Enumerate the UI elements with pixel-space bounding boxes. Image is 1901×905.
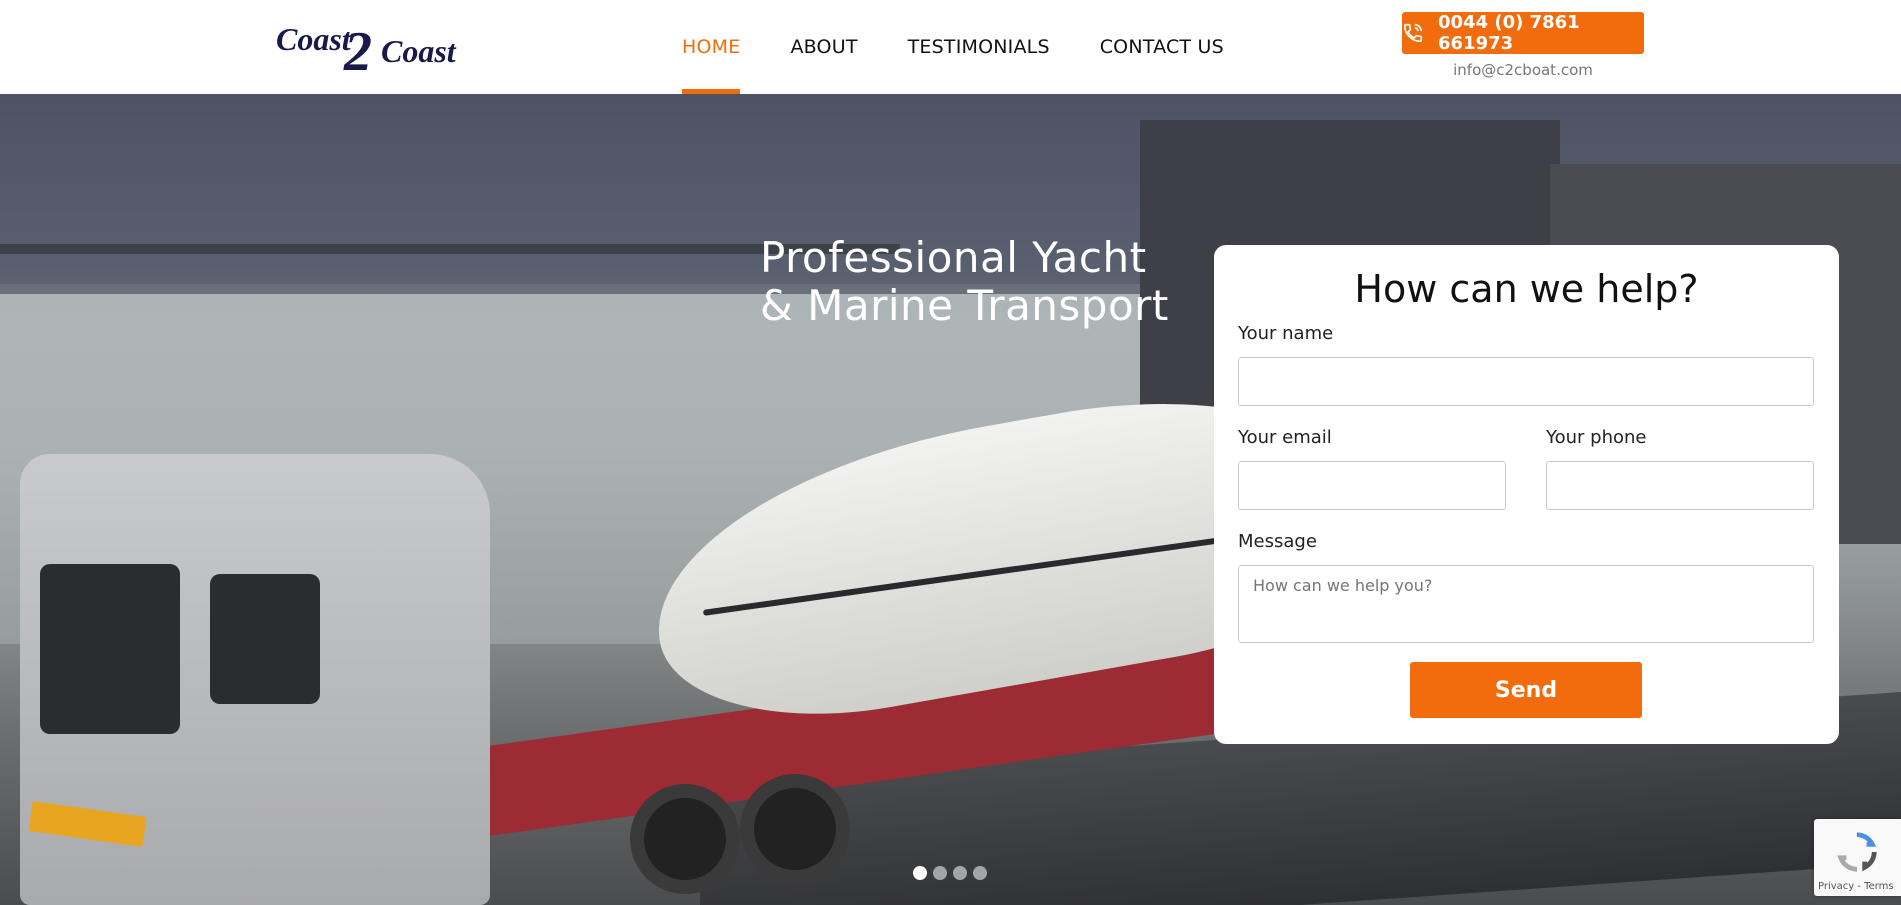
slider-dots — [913, 866, 993, 880]
site-header: Coast 2 Coast HOME ABOUT TESTIMONIALS CO… — [0, 0, 1901, 94]
slider-dot-1[interactable] — [913, 866, 927, 880]
nav-about[interactable]: ABOUT — [790, 0, 857, 94]
nav-home[interactable]: HOME — [682, 0, 741, 94]
message-label: Message — [1238, 531, 1317, 552]
phone-button[interactable]: 0044 (0) 7861 661973 — [1402, 12, 1644, 54]
slider-dot-2[interactable] — [933, 866, 947, 880]
slider-dot-3[interactable] — [953, 866, 967, 880]
contact-form: How can we help? Your name Your email Yo… — [1214, 245, 1839, 744]
hero-wheel — [740, 774, 850, 884]
hero-title-line2: & Marine Transport — [760, 281, 1169, 330]
hero-wheel — [630, 784, 740, 894]
hero-truck-side-window — [210, 574, 320, 704]
email-field[interactable] — [1238, 461, 1506, 510]
hero-truck-window — [40, 564, 180, 734]
svg-text:Coast: Coast — [381, 33, 457, 69]
message-field[interactable] — [1238, 565, 1814, 643]
email-label: Your email — [1238, 427, 1332, 448]
email-link[interactable]: info@c2cboat.com — [1402, 61, 1644, 79]
hero-title-line1: Professional Yacht — [760, 233, 1147, 282]
phone-number: 0044 (0) 7861 661973 — [1438, 12, 1580, 54]
name-label: Your name — [1238, 323, 1334, 344]
recaptcha-links[interactable]: Privacy - Terms — [1818, 881, 1894, 892]
phone-icon — [1402, 22, 1424, 44]
nav-testimonials[interactable]: TESTIMONIALS — [908, 0, 1050, 94]
slider-dot-4[interactable] — [973, 866, 987, 880]
logo[interactable]: Coast 2 Coast — [276, 18, 476, 76]
phone-label: Your phone — [1546, 427, 1647, 448]
hero-title: Professional Yacht & Marine Transport — [760, 234, 1169, 330]
main-nav: HOME ABOUT TESTIMONIALS CONTACT US — [682, 0, 1274, 94]
svg-text:Coast: Coast — [276, 21, 352, 57]
phone-field[interactable] — [1546, 461, 1814, 510]
send-button[interactable]: Send — [1410, 662, 1642, 718]
recaptcha-icon — [1837, 832, 1877, 872]
form-title: How can we help? — [1354, 267, 1699, 311]
svg-text:2: 2 — [343, 21, 372, 76]
recaptcha-badge[interactable]: Privacy - Terms — [1814, 819, 1901, 896]
nav-contact-us[interactable]: CONTACT US — [1100, 0, 1224, 94]
name-field[interactable] — [1238, 357, 1814, 406]
